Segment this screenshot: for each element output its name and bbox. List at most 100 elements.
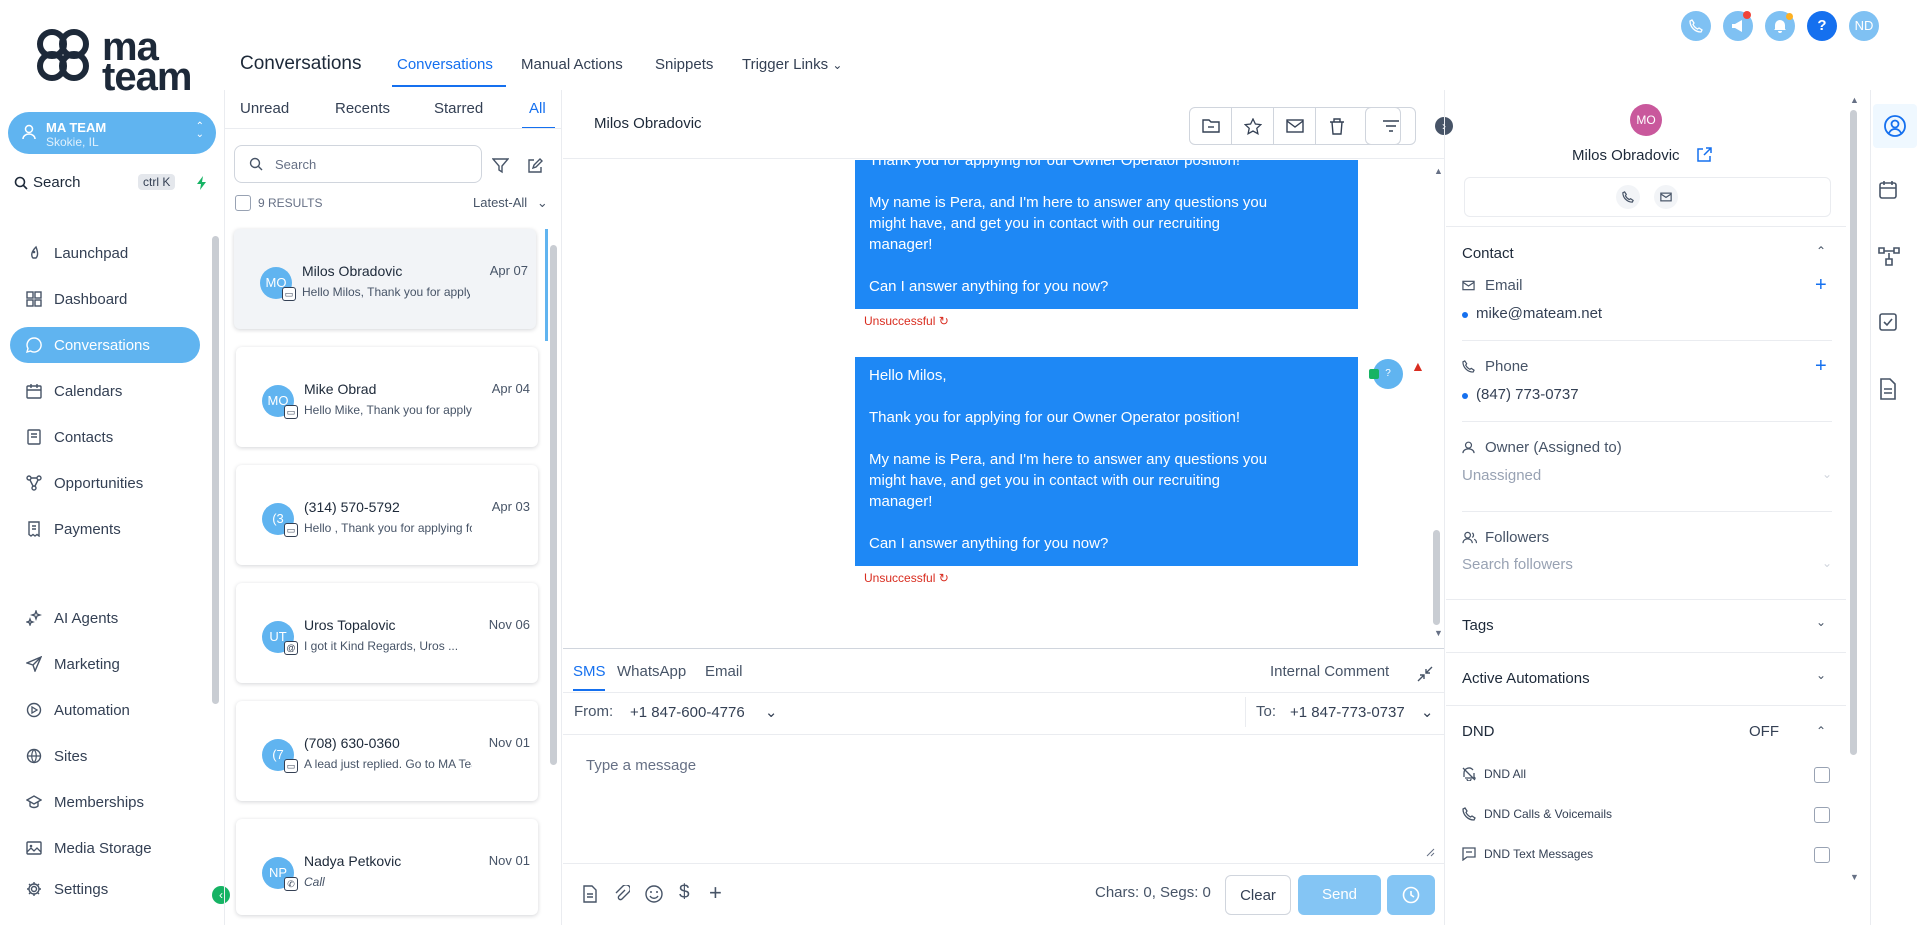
dnd-section-title[interactable]: DND	[1462, 723, 1495, 740]
scroll-down-arrow[interactable]: ▼	[1850, 872, 1859, 882]
sidebar-item-sites[interactable]: Sites	[10, 738, 200, 774]
filter-all[interactable]: All	[529, 100, 546, 117]
conversation-item[interactable]: UT @ Uros Topalovic Nov 06 I got it Kind Reg…	[236, 583, 538, 683]
brand-logo[interactable]: ma team	[34, 24, 194, 97]
user-avatar[interactable]: ND	[1849, 11, 1879, 41]
send-button[interactable]: Send	[1298, 875, 1381, 915]
list-scrollbar[interactable]	[550, 245, 557, 765]
sidebar-item-automation[interactable]: Automation	[10, 692, 200, 728]
lightning-icon[interactable]	[196, 176, 208, 190]
chevron-up-icon[interactable]: ⌃	[1816, 244, 1826, 258]
add-phone-button[interactable]: +	[1815, 355, 1827, 378]
sidebar-scrollbar[interactable]	[212, 236, 219, 704]
dollar-icon[interactable]: $	[679, 882, 690, 904]
sidebar-item-payments[interactable]: Payments	[10, 511, 200, 547]
mark-unread-button[interactable]	[1274, 108, 1316, 144]
sidebar-item-conversations[interactable]: Conversations	[10, 327, 200, 363]
conversation-item[interactable]: (3 ▭ (314) 570-5792 Apr 03 Hello , Thank you…	[236, 465, 538, 565]
owner-select[interactable]: Unassigned ⌄	[1462, 467, 1832, 489]
conversation-item[interactable]: MO ▭ Milos Obradovic Apr 07 Hello Milos, Tha…	[234, 229, 536, 329]
tab-snippets[interactable]: Snippets	[655, 56, 713, 73]
tab-email[interactable]: Email	[705, 663, 743, 680]
tab-trigger-links[interactable]: Trigger Links ⌄	[742, 56, 842, 73]
scroll-up-arrow[interactable]: ▲	[1434, 166, 1443, 176]
sidebar-item-launchpad[interactable]: Launchpad	[10, 235, 200, 271]
sort-dropdown[interactable]: Latest-All ⌄	[473, 195, 548, 211]
attachment-icon[interactable]	[614, 885, 630, 903]
dnd-all-checkbox[interactable]	[1814, 767, 1830, 783]
star-button[interactable]	[1232, 108, 1274, 144]
sidebar-item-memberships[interactable]: Memberships	[10, 784, 200, 820]
from-number-select[interactable]: +1 847-600-4776 ⌄	[630, 703, 777, 721]
global-search[interactable]: Search ctrl K	[14, 174, 214, 194]
followers-search-input[interactable]: Search followers ⌄	[1462, 556, 1832, 578]
help-button[interactable]: ?	[1807, 11, 1837, 41]
sidebar-item-ai-agents[interactable]: AI Agents	[10, 600, 200, 636]
dnd-text-checkbox[interactable]	[1814, 847, 1830, 863]
tags-section-title[interactable]: Tags	[1462, 617, 1494, 634]
delivery-status[interactable]: Unsuccessful ↻	[864, 314, 949, 328]
resize-handle-icon[interactable]	[1426, 848, 1435, 857]
account-switcher[interactable]: MA TEAM Skokie, IL ⌃ ⌄	[8, 112, 216, 154]
select-all-checkbox[interactable]	[235, 195, 251, 211]
filter-recents[interactable]: Recents	[335, 100, 390, 117]
template-icon[interactable]	[582, 885, 598, 903]
message-bubble[interactable]: Hello Milos, Thank you for applying for o…	[855, 357, 1358, 566]
chevron-down-icon[interactable]: ⌄	[1816, 615, 1826, 629]
schedule-send-button[interactable]	[1387, 875, 1435, 915]
conversation-search-input[interactable]: Search	[234, 145, 482, 183]
notes-icon[interactable]	[1878, 378, 1898, 400]
contact-rail-button[interactable]	[1873, 104, 1917, 148]
delivery-status[interactable]: Unsuccessful ↻	[864, 571, 949, 585]
notifications-button[interactable]	[1765, 11, 1795, 41]
conversation-item[interactable]: MO ▭ Mike Obrad Apr 04 Hello Mike, Thank you…	[236, 347, 538, 447]
dnd-calls-checkbox[interactable]	[1814, 807, 1830, 823]
contact-section-title[interactable]: Contact	[1462, 245, 1514, 262]
calendar-icon[interactable]	[1878, 180, 1898, 200]
clear-button[interactable]: Clear	[1225, 875, 1291, 915]
contact-panel-scrollbar[interactable]	[1850, 110, 1857, 755]
sidebar-item-opportunities[interactable]: Opportunities	[10, 465, 200, 501]
sidebar-item-dashboard[interactable]: Dashboard	[10, 281, 200, 317]
plus-icon[interactable]: +	[709, 880, 722, 906]
to-number-select[interactable]: +1 847-773-0737 ⌄	[1290, 703, 1433, 721]
sidebar-item-marketing[interactable]: Marketing	[10, 646, 200, 682]
internal-comment-button[interactable]: Internal Comment	[1270, 663, 1389, 680]
sidebar-item-media-storage[interactable]: Media Storage	[10, 830, 200, 866]
tab-sms[interactable]: SMS	[573, 663, 606, 680]
email-contact-button[interactable]	[1654, 185, 1678, 209]
phone-button[interactable]	[1681, 11, 1711, 41]
retry-icon[interactable]: ↻	[939, 314, 949, 328]
conversation-item[interactable]: NP ✆ Nadya Petkovic Nov 01 Call	[236, 819, 538, 915]
sidebar-item-calendars[interactable]: Calendars	[10, 373, 200, 409]
automations-section-title[interactable]: Active Automations	[1462, 670, 1590, 687]
scroll-down-arrow[interactable]: ▼	[1434, 628, 1443, 638]
chat-scrollbar[interactable]	[1433, 530, 1440, 625]
call-contact-button[interactable]	[1616, 185, 1640, 209]
compose-icon[interactable]	[527, 158, 543, 174]
chevron-down-icon[interactable]: ⌄	[1816, 668, 1826, 682]
chevron-up-icon[interactable]: ⌃	[1816, 724, 1826, 738]
tab-whatsapp[interactable]: WhatsApp	[617, 663, 686, 680]
add-email-button[interactable]: +	[1815, 274, 1827, 297]
emoji-icon[interactable]	[645, 885, 663, 903]
tab-manual-actions[interactable]: Manual Actions	[521, 56, 623, 73]
filter-starred[interactable]: Starred	[434, 100, 483, 117]
scroll-up-arrow[interactable]: ▲	[1850, 95, 1859, 105]
filter-messages-button[interactable]	[1365, 107, 1416, 145]
collapse-icon[interactable]	[1417, 666, 1433, 682]
message-input[interactable]	[574, 740, 1436, 860]
retry-icon[interactable]: ↻	[939, 571, 949, 585]
sidebar-item-settings[interactable]: Settings	[10, 871, 200, 907]
task-check-icon[interactable]	[1878, 312, 1898, 332]
delete-button[interactable]	[1316, 108, 1358, 144]
filter-icon[interactable]	[492, 158, 509, 174]
external-link-icon[interactable]	[1697, 147, 1712, 162]
phone-value[interactable]: (847) 773-0737	[1476, 386, 1579, 403]
announcements-button[interactable]	[1723, 11, 1753, 41]
email-value[interactable]: mike@mateam.net	[1476, 305, 1602, 322]
conversation-item[interactable]: (7 ▭ (708) 630-0360 Nov 01 A lead just repli…	[236, 701, 538, 801]
folder-button[interactable]	[1190, 108, 1232, 144]
filter-unread[interactable]: Unread	[240, 100, 289, 117]
pipeline-icon[interactable]	[1878, 246, 1900, 266]
